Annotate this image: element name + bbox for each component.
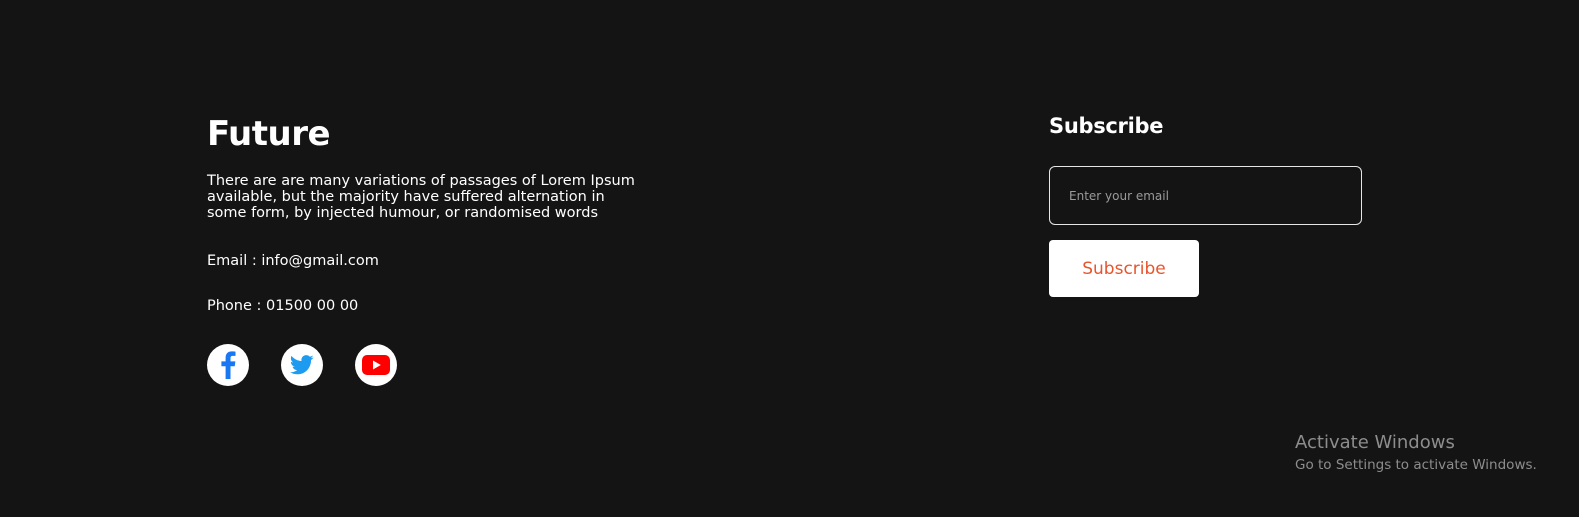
social-links (207, 344, 397, 386)
contact-email: Email : info@gmail.com (207, 253, 379, 269)
facebook-icon (221, 351, 236, 379)
twitter-link[interactable] (281, 344, 323, 386)
youtube-link[interactable] (355, 344, 397, 386)
email-input[interactable] (1049, 166, 1362, 225)
footer: Future There are are many variations of … (0, 0, 1579, 517)
activate-windows-watermark: Activate Windows Go to Settings to activ… (1295, 432, 1537, 474)
contact-phone: Phone : 01500 00 00 (207, 298, 359, 314)
watermark-title: Activate Windows (1295, 432, 1455, 453)
brand-column: Future There are are many variations of … (207, 112, 667, 221)
brand-title: Future (207, 114, 331, 154)
youtube-icon (362, 355, 390, 375)
twitter-icon (290, 355, 314, 375)
subscribe-title: Subscribe (1049, 114, 1164, 138)
watermark-subtitle: Go to Settings to activate Windows. (1295, 457, 1537, 473)
subscribe-button[interactable]: Subscribe (1049, 240, 1199, 297)
facebook-link[interactable] (207, 344, 249, 386)
brand-description: There are are many variations of passage… (207, 173, 635, 221)
subscribe-column: Subscribe Subscribe (1049, 112, 1369, 297)
